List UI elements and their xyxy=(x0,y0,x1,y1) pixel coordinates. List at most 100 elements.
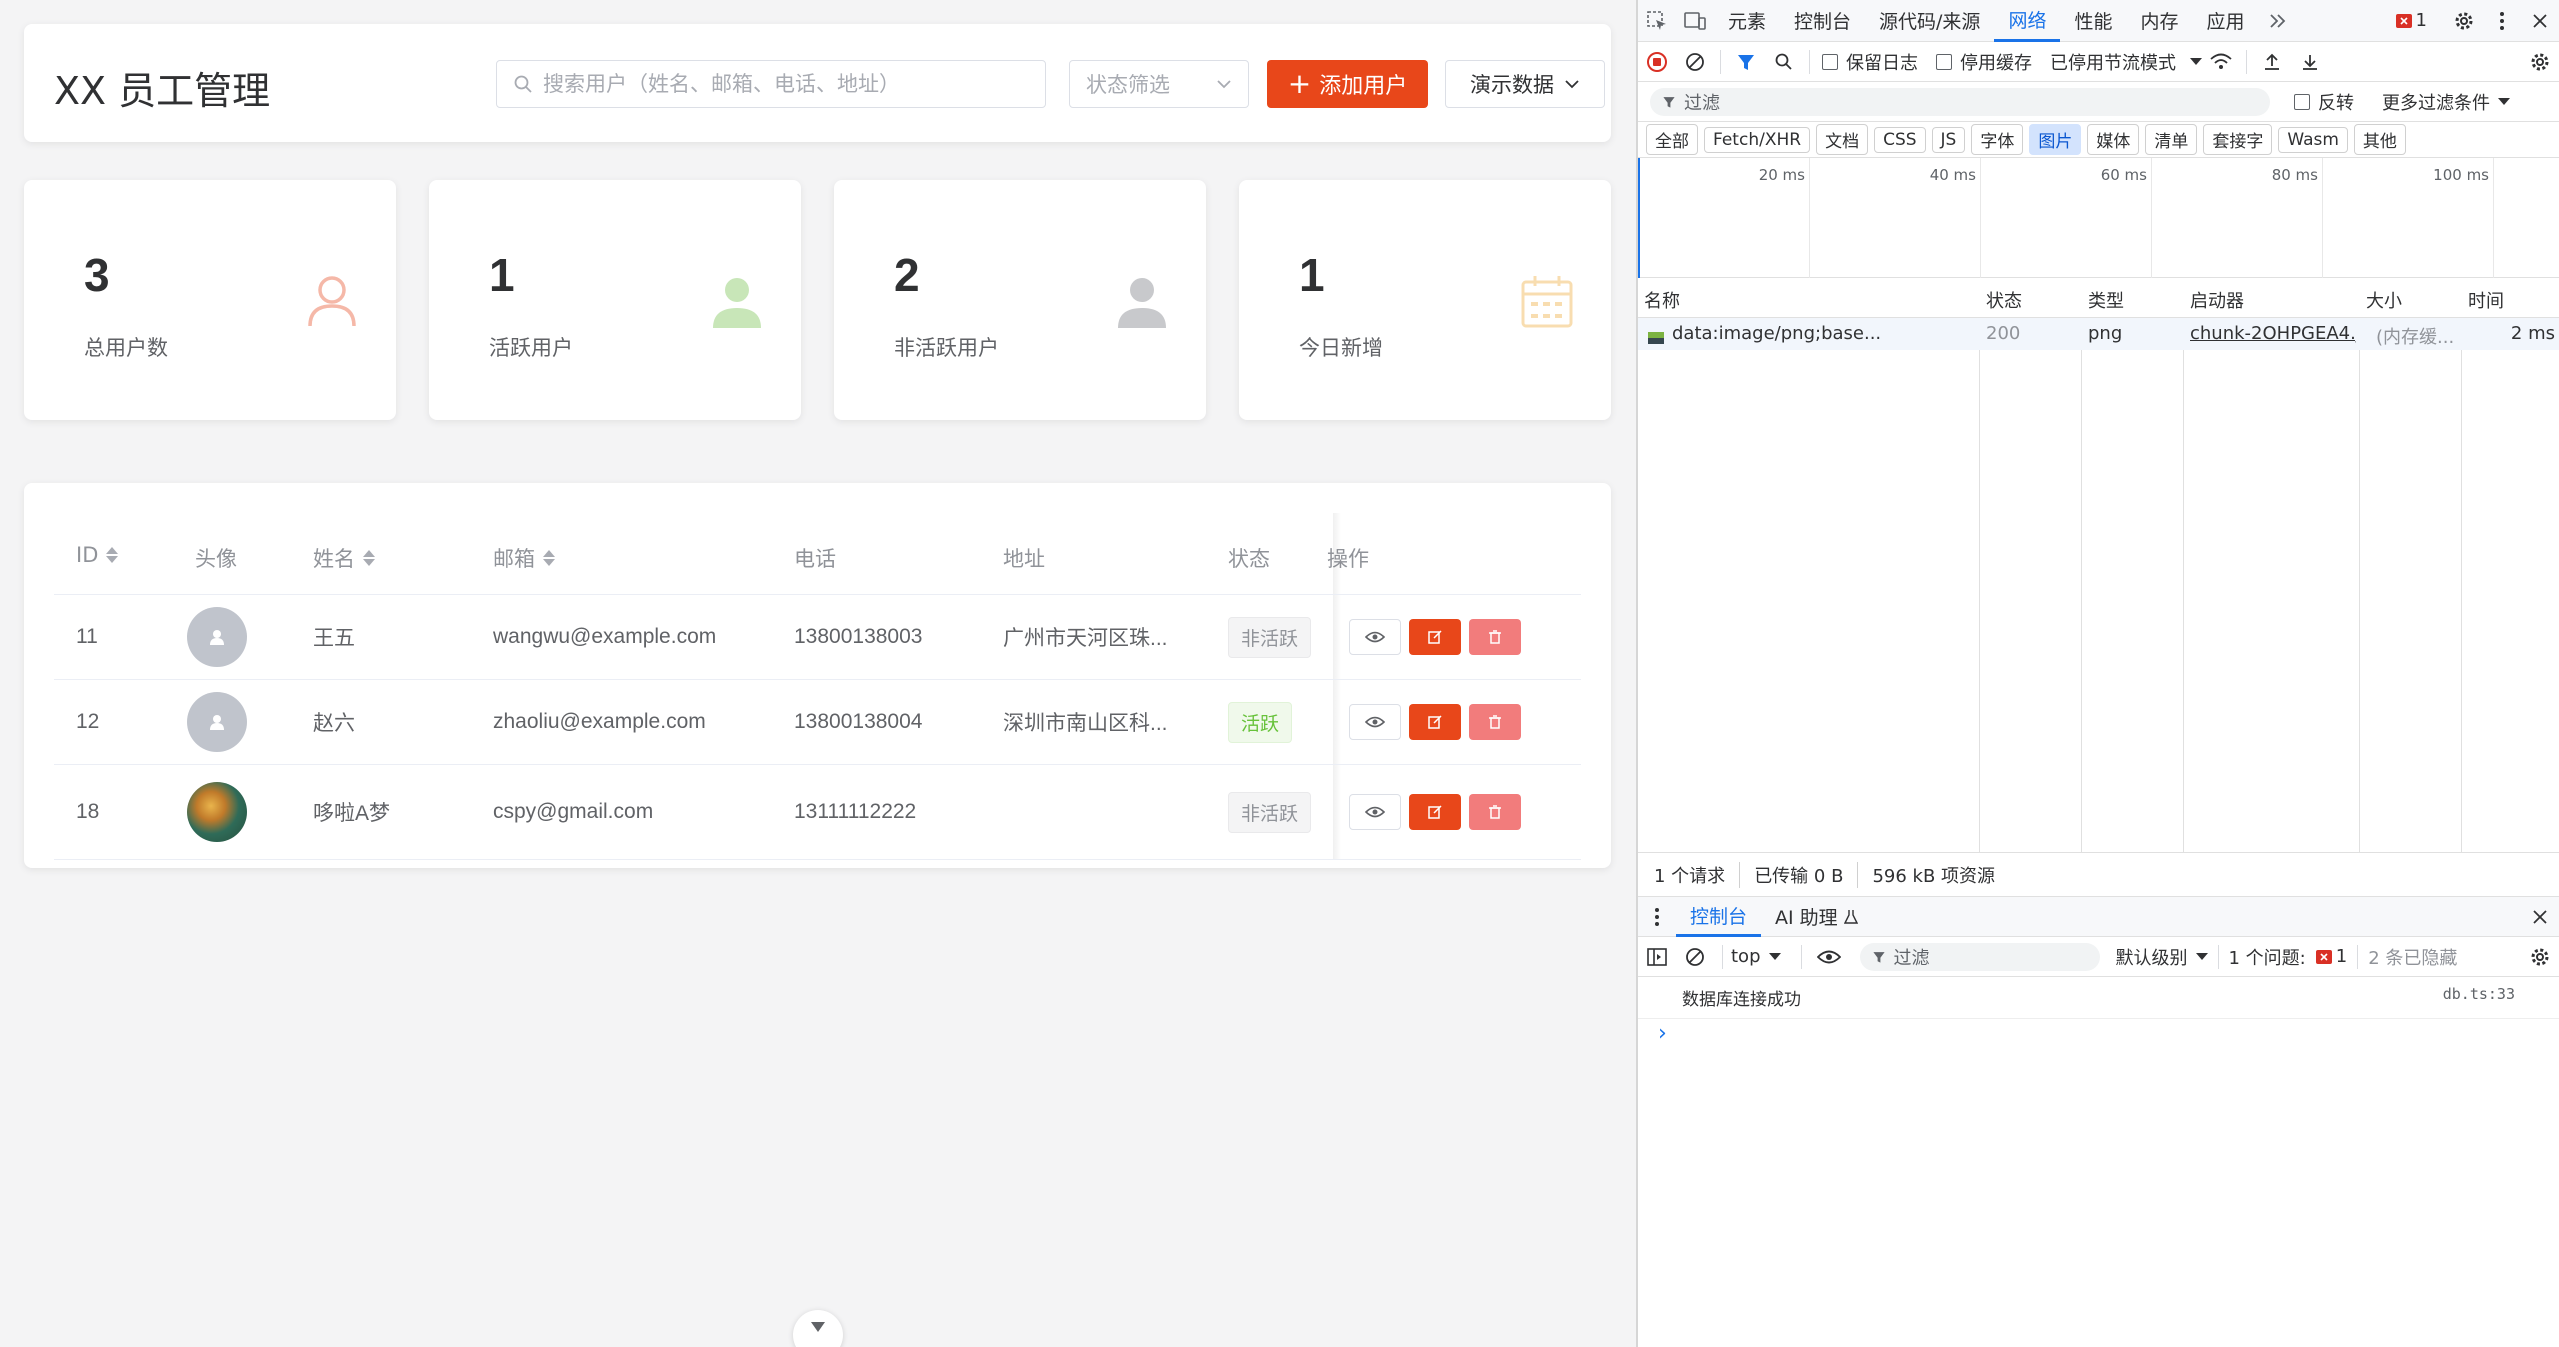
sort-icon[interactable] xyxy=(106,545,119,565)
filter-funnel-icon xyxy=(1663,96,1675,108)
grid-header-status[interactable]: 状态 xyxy=(1986,287,2022,313)
sort-icon[interactable] xyxy=(363,548,375,568)
more-filters-dropdown[interactable]: 更多过滤条件 xyxy=(2382,89,2510,115)
request-initiator-link[interactable]: chunk-2OHPGEA4.j xyxy=(2190,323,2356,344)
console-source-link[interactable]: db.ts:33 xyxy=(2443,985,2515,1003)
close-icon[interactable] xyxy=(2527,8,2553,34)
add-user-button[interactable]: + 添加用户 xyxy=(1267,60,1428,108)
type-css[interactable]: CSS xyxy=(1874,126,1926,153)
clear-icon[interactable] xyxy=(1682,49,1708,75)
network-timeline-overview[interactable]: 20 ms 40 ms 60 ms 80 ms 100 ms xyxy=(1638,158,2559,278)
status-badge: 非活跃 xyxy=(1228,616,1312,658)
edit-button[interactable] xyxy=(1409,794,1461,830)
context-select[interactable]: top xyxy=(1731,946,1781,967)
timeline-tick xyxy=(2493,158,2559,278)
search-box[interactable] xyxy=(496,60,1046,108)
timeline-tick: 60 ms xyxy=(1980,158,2151,278)
kebab-menu-icon[interactable] xyxy=(1644,904,1670,930)
status-filter-select[interactable]: 状态筛选 xyxy=(1069,60,1249,108)
console-prompt[interactable]: › xyxy=(1638,1018,2559,1046)
request-row[interactable]: data:image/png;base... 200 png chunk-2OH… xyxy=(1638,318,2559,350)
edit-icon xyxy=(1428,805,1442,819)
drawer-tab-console[interactable]: 控制台 xyxy=(1676,897,1762,937)
type-other[interactable]: 其他 xyxy=(2353,124,2406,155)
export-har-icon[interactable] xyxy=(2297,49,2323,75)
type-doc[interactable]: 文档 xyxy=(1816,124,1869,155)
import-har-icon[interactable] xyxy=(2259,49,2285,75)
type-all[interactable]: 全部 xyxy=(1646,124,1698,155)
edit-button[interactable] xyxy=(1409,619,1461,655)
throttle-select[interactable]: 已停用节流模式 xyxy=(2050,49,2202,75)
grid-header-initiator[interactable]: 启动器 xyxy=(2190,287,2244,313)
filter-funnel-icon[interactable] xyxy=(1733,49,1759,75)
view-button[interactable] xyxy=(1349,794,1401,830)
grid-col-initiator xyxy=(2184,278,2360,853)
network-filter-input[interactable]: 过滤 xyxy=(1650,87,2270,116)
log-level-select[interactable]: 默认级别 xyxy=(2116,944,2208,970)
delete-button[interactable] xyxy=(1469,704,1521,740)
error-indicator[interactable]: 1 xyxy=(2395,10,2427,31)
grid-header-time[interactable]: 时间 xyxy=(2468,287,2504,313)
stat-value: 2 xyxy=(894,249,920,301)
cell-email: cspy@gmail.com xyxy=(493,800,654,823)
network-settings-icon[interactable] xyxy=(2527,49,2553,75)
col-email-header[interactable]: 邮箱 xyxy=(493,543,555,573)
record-stop-icon[interactable] xyxy=(1644,49,1670,75)
eye-icon[interactable] xyxy=(1816,944,1842,970)
tab-network[interactable]: 网络 xyxy=(1994,0,2061,42)
close-drawer-icon[interactable] xyxy=(2527,904,2553,930)
drawer-tab-ai-assistant[interactable]: AI 助理 xyxy=(1761,897,1872,937)
type-img[interactable]: 图片 xyxy=(2029,124,2082,155)
tab-console[interactable]: 控制台 xyxy=(1780,0,1865,42)
clear-console-icon[interactable] xyxy=(1682,944,1708,970)
more-tabs-icon[interactable] xyxy=(2265,8,2291,34)
device-toolbar-icon[interactable] xyxy=(1682,8,1708,34)
inspect-element-icon[interactable] xyxy=(1644,8,1670,34)
network-conditions-icon[interactable] xyxy=(2208,49,2234,75)
type-js[interactable]: JS xyxy=(1931,126,1966,153)
delete-button[interactable] xyxy=(1469,794,1521,830)
stat-value: 1 xyxy=(489,249,515,301)
invert-checkbox[interactable]: 反转 xyxy=(2294,89,2354,115)
col-name-header[interactable]: 姓名 xyxy=(313,543,375,573)
trash-icon xyxy=(1489,630,1501,644)
table-header: ID 头像 姓名 邮箱 电话 地址 状态 操作 xyxy=(54,513,1581,595)
edit-button[interactable] xyxy=(1409,704,1461,740)
preserve-log-checkbox[interactable]: 保留日志 xyxy=(1822,49,1918,75)
type-wasm[interactable]: Wasm xyxy=(2278,126,2348,153)
sidebar-toggle-icon[interactable] xyxy=(1644,944,1670,970)
timeline-tick: 20 ms xyxy=(1638,158,1809,278)
avatar-photo xyxy=(187,782,247,842)
console-filter-input[interactable]: 过滤 xyxy=(1859,942,2100,971)
console-settings-icon[interactable] xyxy=(2527,944,2553,970)
grid-header-name[interactable]: 名称 xyxy=(1644,287,1680,313)
view-button[interactable] xyxy=(1349,704,1401,740)
tab-performance[interactable]: 性能 xyxy=(2060,0,2126,42)
disable-cache-checkbox[interactable]: 停用缓存 xyxy=(1936,49,2032,75)
search-input[interactable] xyxy=(543,72,1023,96)
caret-down-icon xyxy=(1768,952,1781,960)
grid-header-type[interactable]: 类型 xyxy=(2088,287,2124,313)
kebab-menu-icon[interactable] xyxy=(2489,8,2515,34)
search-icon[interactable] xyxy=(1771,49,1797,75)
settings-gear-icon[interactable] xyxy=(2451,8,2477,34)
col-id-header[interactable]: ID xyxy=(76,543,119,567)
type-fetch-xhr[interactable]: Fetch/XHR xyxy=(1704,126,1811,153)
view-button[interactable] xyxy=(1349,619,1401,655)
caret-down-icon xyxy=(2190,57,2202,65)
delete-button[interactable] xyxy=(1469,619,1521,655)
type-media[interactable]: 媒体 xyxy=(2087,124,2140,155)
sort-icon[interactable] xyxy=(543,548,555,568)
tab-application[interactable]: 应用 xyxy=(2192,0,2258,42)
tab-memory[interactable]: 内存 xyxy=(2126,0,2192,42)
type-manifest[interactable]: 清单 xyxy=(2145,124,2198,155)
grid-header-size[interactable]: 大小 xyxy=(2366,287,2402,313)
tab-sources[interactable]: 源代码/来源 xyxy=(1865,0,1994,42)
cell-phone: 13111112222 xyxy=(794,800,917,823)
type-socket[interactable]: 套接字 xyxy=(2203,124,2273,155)
issues-counter[interactable]: 1 个问题: 1 xyxy=(2229,944,2348,970)
type-font[interactable]: 字体 xyxy=(1971,124,2024,155)
demo-data-button[interactable]: 演示数据 xyxy=(1445,60,1605,108)
tab-elements[interactable]: 元素 xyxy=(1714,0,1780,42)
scroll-down-button[interactable] xyxy=(793,1310,843,1347)
